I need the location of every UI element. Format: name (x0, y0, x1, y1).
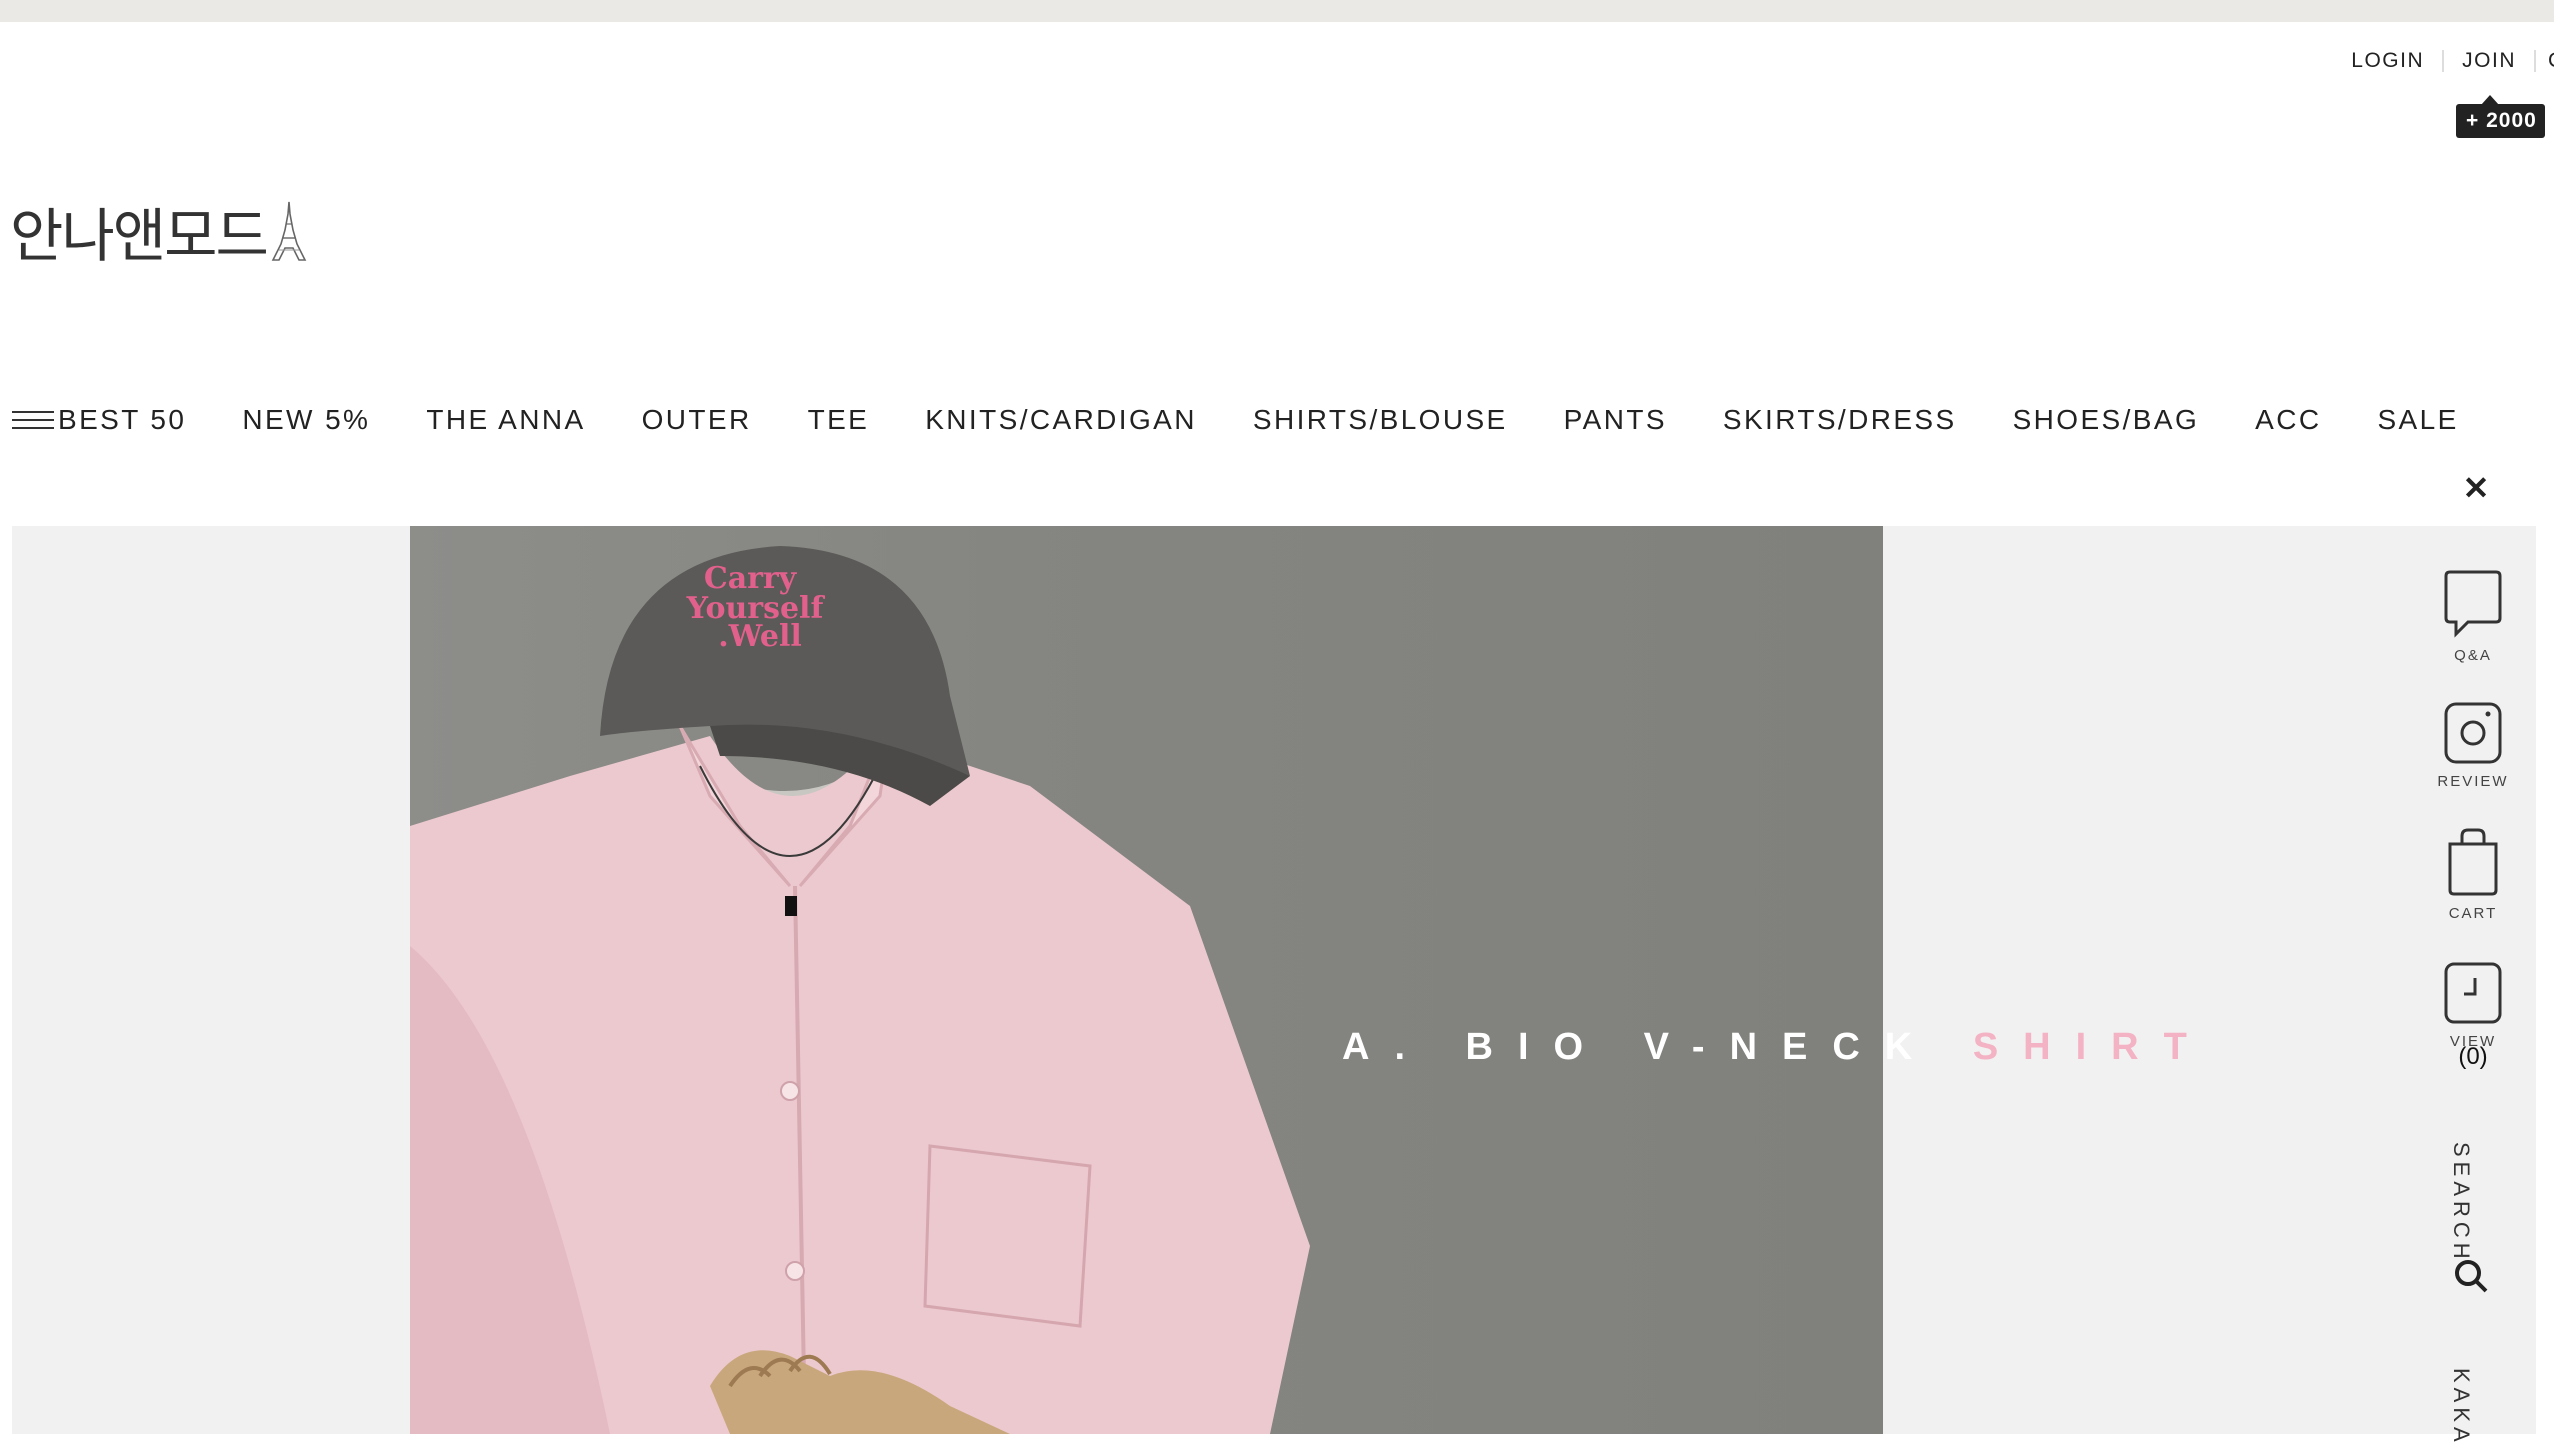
mannequin-illustration: Carry Yourself .Well (410, 546, 1310, 1434)
login-link[interactable]: LOGIN (2333, 49, 2442, 73)
nav-item-the-anna[interactable]: THE ANNA (426, 404, 585, 436)
main-navigation: BEST 50 NEW 5% THE ANNA OUTER TEE KNITS/… (0, 398, 2456, 442)
quick-cart[interactable]: CART (2418, 826, 2528, 922)
speech-bubble-icon (2444, 570, 2502, 638)
nav-item-knits-cardigan[interactable]: KNITS/CARDIGAN (925, 404, 1197, 436)
headline-pink-text: SHIRT (1972, 1026, 2212, 1068)
nav-item-pants[interactable]: PANTS (1564, 404, 1667, 436)
quick-qa-label: Q&A (2454, 647, 2492, 664)
quick-view[interactable]: VIEW (2418, 960, 2528, 1050)
quick-cart-label: CART (2448, 905, 2498, 922)
close-icon[interactable]: ✕ (2460, 472, 2492, 504)
search-icon[interactable] (2453, 1258, 2489, 1294)
main-banner[interactable]: Carry Yourself .Well (12, 526, 2536, 1434)
nav-item-shirts-blouse[interactable]: SHIRTS/BLOUSE (1253, 404, 1508, 436)
headline-white-text: A. BIO V-NECK (1342, 1026, 1938, 1068)
nav-item-shoes-bag[interactable]: SHOES/BAG (2013, 404, 2200, 436)
nav-item-acc[interactable]: ACC (2255, 404, 2321, 436)
recent-view-icon (2444, 962, 2502, 1024)
nav-item-new[interactable]: NEW 5% (242, 404, 370, 436)
nav-item-skirts-dress[interactable]: SKIRTS/DRESS (1723, 404, 1957, 436)
quick-review[interactable]: REVIEW (2418, 700, 2528, 790)
quick-kakao[interactable]: KAKA (2448, 1368, 2474, 1447)
site-logo[interactable]: 안나앤모드 (10, 196, 309, 270)
top-account-links: LOGIN JOIN C (2333, 48, 2554, 74)
cap-text-3: .Well (718, 619, 802, 654)
nav-item-outer[interactable]: OUTER (642, 404, 752, 436)
banner-headline: A. BIO V-NECK SHIRT (1342, 1026, 2212, 1069)
recent-view-count: (0) (2458, 1043, 2488, 1070)
quick-review-label: REVIEW (2437, 773, 2509, 790)
banner-product-image: Carry Yourself .Well (410, 526, 1883, 1434)
eiffel-tower-icon (271, 201, 307, 261)
truncated-link[interactable]: C (2536, 49, 2554, 73)
camera-icon (2444, 702, 2502, 764)
quick-search[interactable]: SEARCH (2448, 1142, 2474, 1264)
join-link[interactable]: JOIN (2444, 49, 2534, 73)
nav-item-sale[interactable]: SALE (2377, 404, 2458, 436)
shopping-bag-icon (2448, 828, 2498, 896)
browser-top-strip (0, 0, 2554, 22)
nav-item-tee[interactable]: TEE (808, 404, 870, 436)
logo-text: 안나앤모드 (10, 202, 269, 270)
nav-item-best-50[interactable]: BEST 50 (58, 404, 186, 436)
join-bonus-badge: + 2000 (2456, 95, 2545, 138)
quick-qa[interactable]: Q&A (2418, 568, 2528, 664)
